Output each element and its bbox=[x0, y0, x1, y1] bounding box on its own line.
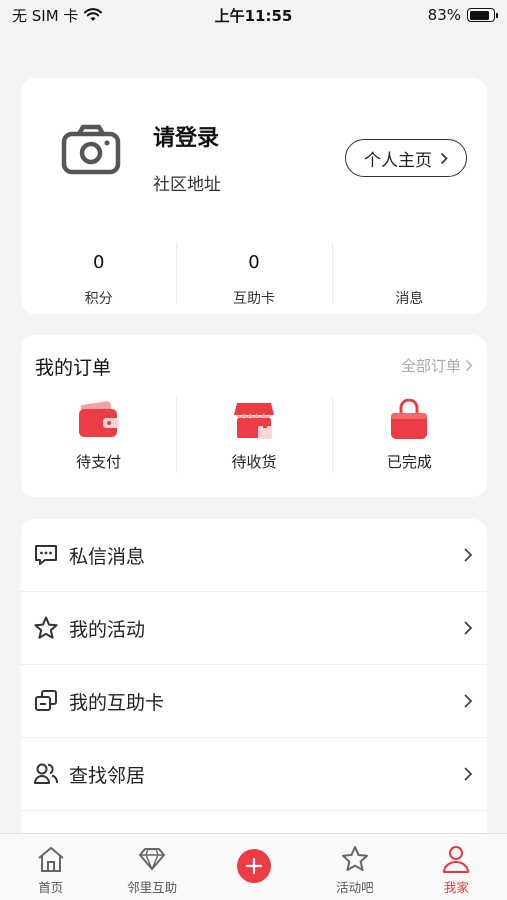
stat-value: 0 bbox=[92, 252, 105, 273]
tab-home[interactable]: 首页 bbox=[0, 834, 101, 900]
chevron-right-icon bbox=[440, 152, 448, 164]
stat-label: 消息 bbox=[395, 291, 424, 307]
menu-list: 私信消息 我的活动 我的互助卡 查找邻居 bbox=[21, 519, 487, 849]
menu-item-my-help-card[interactable]: 我的互助卡 bbox=[21, 665, 487, 738]
order-label: 待支付 bbox=[76, 453, 122, 471]
menu-label: 我的互助卡 bbox=[69, 691, 165, 714]
status-right: 83% bbox=[427, 6, 498, 24]
home-icon bbox=[38, 847, 64, 872]
order-completed[interactable]: 已完成 bbox=[331, 393, 487, 473]
plus-glyph bbox=[245, 857, 262, 875]
wallet-icon bbox=[78, 401, 119, 437]
community-address: 社区地址 bbox=[153, 175, 221, 195]
tab-label: 活动吧 bbox=[336, 880, 374, 895]
tab-neighbor-help[interactable]: 邻里互助 bbox=[101, 834, 202, 900]
tab-label: 首页 bbox=[38, 880, 64, 895]
chat-icon bbox=[35, 545, 57, 565]
order-status-list: 待支付 待收货 已完成 bbox=[21, 393, 487, 473]
tab-publish[interactable] bbox=[203, 834, 304, 900]
person-icon bbox=[443, 846, 470, 873]
login-title[interactable]: 请登录 bbox=[153, 120, 219, 152]
order-pending-payment[interactable]: 待支付 bbox=[21, 393, 176, 473]
stat-messages[interactable]: 消息 bbox=[331, 242, 487, 307]
order-label: 已完成 bbox=[386, 453, 432, 471]
chevron-right-icon bbox=[464, 694, 473, 708]
stat-label: 积分 bbox=[84, 291, 113, 307]
order-pending-receipt[interactable]: 待收货 bbox=[176, 393, 331, 473]
battery-icon bbox=[467, 8, 498, 22]
battery-fill bbox=[469, 10, 489, 20]
menu-item-find-neighbors[interactable]: 查找邻居 bbox=[21, 738, 487, 811]
tab-label: 我家 bbox=[443, 880, 469, 895]
star-icon bbox=[341, 846, 368, 871]
order-label: 待收货 bbox=[231, 453, 277, 471]
menu-item-my-activities[interactable]: 我的活动 bbox=[21, 592, 487, 665]
menu-label: 查找邻居 bbox=[69, 764, 146, 787]
menu-label: 私信消息 bbox=[69, 545, 146, 568]
tab-my-home[interactable]: 我家 bbox=[406, 834, 507, 900]
plus-icon[interactable] bbox=[236, 849, 271, 883]
chevron-right-icon bbox=[464, 767, 473, 781]
orders-card: 我的订单 全部订单 待支付 待收货 已完成 bbox=[21, 335, 487, 497]
profile-home-label: 个人主页 bbox=[364, 150, 432, 171]
stat-label: 互助卡 bbox=[232, 291, 275, 307]
menu-item-private-messages[interactable]: 私信消息 bbox=[21, 519, 487, 592]
chevron-right-icon bbox=[465, 359, 473, 372]
stat-value: 0 bbox=[248, 252, 260, 273]
chevron-right-icon bbox=[464, 621, 473, 635]
orders-title: 我的订单 bbox=[35, 357, 112, 379]
shop-icon bbox=[233, 403, 274, 439]
tab-bar: 首页 邻里互助 活动吧 我家 bbox=[0, 833, 507, 900]
wifi-icon bbox=[84, 8, 103, 21]
shopping-bag-icon bbox=[391, 399, 428, 439]
stat-help-card[interactable]: 0 互助卡 bbox=[176, 242, 331, 307]
tab-activities[interactable]: 活动吧 bbox=[304, 834, 405, 900]
stat-points[interactable]: 0 积分 bbox=[21, 242, 176, 307]
handshake-icon bbox=[139, 848, 166, 871]
card-icon bbox=[35, 690, 57, 711]
menu-label: 我的活动 bbox=[69, 618, 146, 641]
profile-stats: 0 积分 0 互助卡 消息 bbox=[21, 242, 487, 307]
star-icon bbox=[34, 616, 58, 639]
battery-percent: 83% bbox=[427, 6, 461, 24]
status-left: 无 SIM 卡 bbox=[12, 5, 103, 26]
status-bar: 无 SIM 卡 上午11:55 83% bbox=[0, 0, 507, 30]
chevron-right-icon bbox=[464, 548, 473, 562]
tab-label: 邻里互助 bbox=[127, 880, 178, 895]
all-orders-link[interactable]: 全部订单 bbox=[401, 355, 473, 376]
camera-icon[interactable] bbox=[61, 124, 121, 176]
carrier-label: 无 SIM 卡 bbox=[12, 6, 79, 25]
profile-card: 请登录 社区地址 个人主页 0 积分 0 互助卡 消息 bbox=[21, 78, 487, 314]
profile-home-button[interactable]: 个人主页 bbox=[345, 139, 467, 177]
all-orders-label: 全部订单 bbox=[400, 357, 461, 375]
people-icon bbox=[34, 763, 59, 784]
